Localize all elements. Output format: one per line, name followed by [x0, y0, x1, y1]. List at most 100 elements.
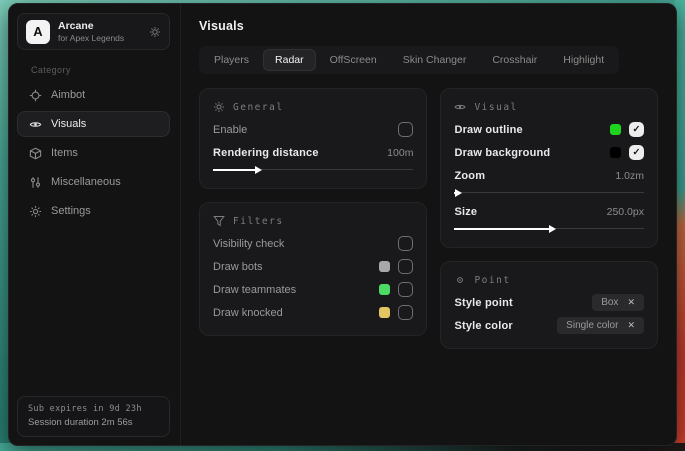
- style-color-row: Style color Single color ✕: [454, 314, 644, 337]
- brand-card: A Arcane for Apex Legends: [17, 13, 170, 50]
- tab-highlight[interactable]: Highlight: [551, 49, 616, 71]
- sidebar-item-miscellaneous[interactable]: Miscellaneous: [17, 169, 170, 195]
- slider-thumb[interactable]: [213, 169, 255, 171]
- subscription-info-card: Sub expires in 9d 23h Session duration 2…: [17, 396, 170, 437]
- point-panel-header: Point: [454, 274, 644, 286]
- draw-knocked-checkbox[interactable]: [398, 305, 413, 320]
- sidebar-item-visuals[interactable]: Visuals: [17, 111, 170, 137]
- draw-knocked-color-swatch[interactable]: [379, 307, 390, 318]
- zoom-slider[interactable]: [454, 188, 644, 197]
- close-icon[interactable]: ✕: [627, 298, 635, 307]
- general-panel: General Enable Rendering distance 100m: [199, 88, 427, 189]
- sliders-icon: [29, 176, 42, 189]
- sidebar-nav: Aimbot Visuals Items: [17, 82, 170, 224]
- general-panel-header: General: [213, 101, 413, 113]
- zoom-row: Zoom 1.0zm: [454, 164, 644, 187]
- slider-track: [454, 192, 644, 193]
- draw-outline-label: Draw outline: [454, 124, 610, 136]
- sidebar: A Arcane for Apex Legends Category: [9, 4, 181, 445]
- draw-teammates-checkbox[interactable]: [398, 282, 413, 297]
- brand-text: Arcane for Apex Legends: [58, 20, 141, 44]
- draw-background-checkbox[interactable]: ✓: [629, 145, 644, 160]
- draw-teammates-color-swatch[interactable]: [379, 284, 390, 295]
- panel-title: Point: [474, 275, 510, 286]
- gear-icon: [29, 205, 42, 218]
- rendering-distance-slider[interactable]: [213, 165, 413, 174]
- slider-thumb[interactable]: [454, 228, 549, 230]
- filters-panel: Filters Visibility check Draw bots Draw …: [199, 202, 427, 336]
- sidebar-item-items[interactable]: Items: [17, 140, 170, 166]
- box-icon: [29, 147, 42, 160]
- tab-offscreen[interactable]: OffScreen: [318, 49, 389, 71]
- draw-teammates-label: Draw teammates: [213, 284, 379, 296]
- draw-knocked-row: Draw knocked: [213, 301, 413, 324]
- draw-bots-label: Draw bots: [213, 261, 379, 273]
- rendering-distance-value: 100m: [387, 147, 413, 159]
- draw-background-label: Draw background: [454, 147, 610, 159]
- sidebar-item-settings[interactable]: Settings: [17, 198, 170, 224]
- sidebar-item-label: Visuals: [51, 118, 86, 130]
- draw-background-color-swatch[interactable]: [610, 147, 621, 158]
- app-window: A Arcane for Apex Legends Category: [8, 3, 677, 446]
- draw-outline-color-swatch[interactable]: [610, 124, 621, 135]
- slider-thumb[interactable]: [454, 192, 455, 194]
- style-point-label: Style point: [454, 297, 592, 309]
- panel-title: General: [233, 102, 284, 113]
- zoom-value: 1.0zm: [615, 170, 644, 182]
- sidebar-item-label: Miscellaneous: [51, 176, 121, 188]
- draw-teammates-row: Draw teammates: [213, 278, 413, 301]
- enable-checkbox[interactable]: [398, 122, 413, 137]
- page-title: Visuals: [199, 19, 658, 33]
- panels-grid: General Enable Rendering distance 100m: [199, 88, 658, 349]
- funnel-icon: [213, 215, 225, 227]
- enable-row: Enable: [213, 118, 413, 141]
- enable-label: Enable: [213, 124, 398, 136]
- visibility-check-checkbox[interactable]: [398, 236, 413, 251]
- main-content: Visuals Players Radar OffScreen Skin Cha…: [181, 4, 676, 445]
- draw-bots-checkbox[interactable]: [398, 259, 413, 274]
- draw-outline-checkbox[interactable]: ✓: [629, 122, 644, 137]
- close-icon[interactable]: ✕: [627, 321, 635, 330]
- draw-knocked-label: Draw knocked: [213, 307, 379, 319]
- point-panel: Point Style point Box ✕ Style color Sing…: [440, 261, 658, 349]
- tab-crosshair[interactable]: Crosshair: [480, 49, 549, 71]
- panel-title: Visual: [474, 102, 517, 113]
- eye-scan-icon: [29, 118, 42, 131]
- sidebar-item-label: Settings: [51, 205, 91, 217]
- right-column: Visual Draw outline ✓ Draw background ✓ …: [440, 88, 658, 349]
- crosshair-icon: [29, 89, 42, 102]
- style-color-tag[interactable]: Single color ✕: [557, 317, 644, 334]
- visual-panel: Visual Draw outline ✓ Draw background ✓ …: [440, 88, 658, 248]
- filters-panel-header: Filters: [213, 215, 413, 227]
- visibility-check-label: Visibility check: [213, 238, 398, 250]
- sub-expires-text: Sub expires in 9d 23h: [28, 404, 159, 414]
- session-duration-text: Session duration 2m 56s: [28, 417, 159, 428]
- draw-background-row: Draw background ✓: [454, 141, 644, 164]
- style-point-row: Style point Box ✕: [454, 291, 644, 314]
- tab-players[interactable]: Players: [202, 49, 261, 71]
- tab-skin-changer[interactable]: Skin Changer: [391, 49, 479, 71]
- rendering-distance-label: Rendering distance: [213, 147, 387, 159]
- rendering-distance-row: Rendering distance 100m: [213, 141, 413, 164]
- app-subtitle: for Apex Legends: [58, 33, 141, 44]
- tag-label: Box: [601, 297, 618, 308]
- tag-label: Single color: [566, 320, 618, 331]
- size-row: Size 250.0px: [454, 200, 644, 223]
- app-logo: A: [26, 20, 50, 44]
- gear-icon[interactable]: [149, 26, 161, 38]
- sidebar-item-label: Items: [51, 147, 78, 159]
- eye-icon: [454, 101, 466, 113]
- size-slider[interactable]: [454, 224, 644, 233]
- sidebar-item-label: Aimbot: [51, 89, 85, 101]
- visual-panel-header: Visual: [454, 101, 644, 113]
- zoom-label: Zoom: [454, 170, 615, 182]
- style-point-tag[interactable]: Box ✕: [592, 294, 644, 311]
- size-value: 250.0px: [607, 206, 644, 218]
- dot-icon: [454, 274, 466, 286]
- gear-icon: [213, 101, 225, 113]
- draw-bots-row: Draw bots: [213, 255, 413, 278]
- sidebar-item-aimbot[interactable]: Aimbot: [17, 82, 170, 108]
- left-column: General Enable Rendering distance 100m: [199, 88, 427, 336]
- draw-bots-color-swatch[interactable]: [379, 261, 390, 272]
- tab-radar[interactable]: Radar: [263, 49, 316, 71]
